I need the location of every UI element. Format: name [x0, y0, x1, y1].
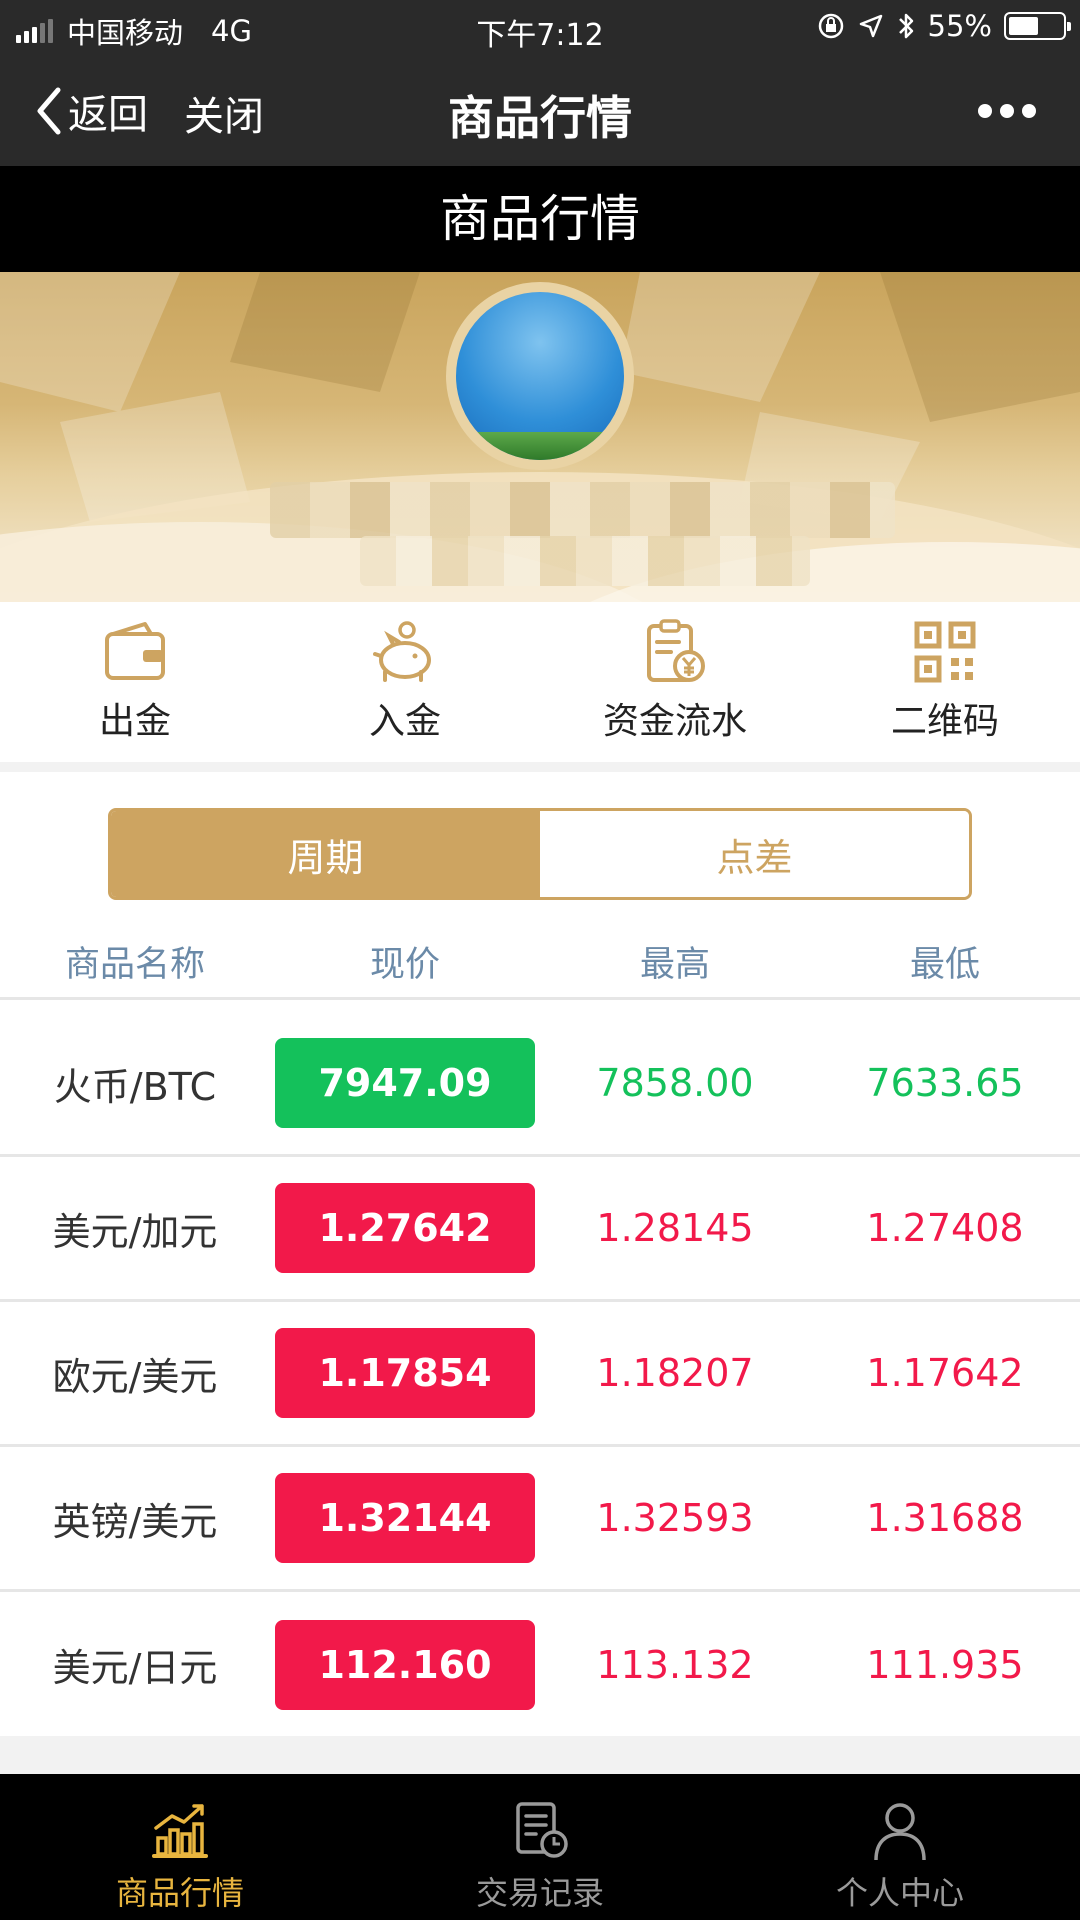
tab-profile[interactable]: 个人中心: [720, 1774, 1080, 1920]
profile-banner: [0, 272, 1080, 602]
qr-code-label: 二维码: [890, 701, 999, 742]
low-price: 7633.65: [866, 1061, 1024, 1105]
qr-code-icon: [914, 621, 976, 683]
location-icon: [859, 14, 882, 38]
header-low: 最低: [909, 945, 980, 985]
fund-flow-icon: [647, 619, 705, 682]
close-button[interactable]: 关闭: [184, 84, 264, 142]
bluetooth-icon: [898, 13, 913, 39]
tab-bar: 商品行情 交易记录 个人中心: [0, 1774, 1080, 1920]
symbol-name: 欧元/美元: [52, 1354, 218, 1399]
deposit-label: 入金: [368, 701, 441, 742]
header-price: 现价: [369, 945, 440, 985]
withdraw-label: 出金: [98, 701, 171, 742]
piggy-bank-icon: [373, 621, 431, 682]
avatar[interactable]: [446, 282, 634, 470]
page-title: 商品行情: [0, 166, 1080, 272]
qr-code-button[interactable]: 二维码: [810, 602, 1080, 762]
nav-title: 商品行情: [448, 91, 632, 145]
orientation-lock-icon: [818, 13, 843, 39]
current-price[interactable]: 1.27642: [275, 1183, 535, 1273]
wallet-icon: [105, 622, 165, 680]
segment-control: 周期 点差: [108, 808, 972, 900]
nav-bar: 返回 关闭 商品行情: [0, 54, 1080, 166]
blurred-account-info: [360, 536, 810, 586]
header-name: 商品名称: [64, 945, 205, 985]
battery-icon: [1004, 12, 1071, 40]
tab-profile-label: 个人中心: [835, 1874, 964, 1912]
symbol-name: 火币/BTC: [53, 1064, 217, 1109]
table-row[interactable]: 欧元/美元 1.17854 1.18207 1.17642: [0, 1302, 1080, 1447]
symbol-name: 美元/日元: [52, 1646, 218, 1690]
withdraw-button[interactable]: 出金: [0, 602, 270, 762]
header-high: 最高: [639, 945, 710, 985]
table-row[interactable]: 美元/日元 112.160 113.132 111.935: [0, 1592, 1080, 1737]
table-row[interactable]: 火币/BTC 7947.09 7858.00 7633.65: [0, 1012, 1080, 1157]
tab-spread[interactable]: 点差: [540, 811, 969, 897]
fund-flow-button[interactable]: 资金流水: [540, 602, 810, 762]
tab-market-label: 商品行情: [115, 1874, 244, 1912]
user-icon: [874, 1803, 926, 1861]
current-price[interactable]: 112.160: [275, 1619, 535, 1710]
tab-market[interactable]: 商品行情: [0, 1774, 360, 1920]
back-button[interactable]: 返回: [34, 82, 148, 140]
table-header: 商品名称 现价 最高 最低: [0, 930, 1080, 1000]
back-label: 返回: [68, 92, 148, 138]
current-price[interactable]: 1.32144: [275, 1473, 535, 1563]
app-screen: 中国移动 4G 下午7:12 55% 返回 关闭 商品行情 商品行情 出金 入金…: [0, 0, 1080, 1920]
tab-records[interactable]: 交易记录: [360, 1774, 720, 1920]
quick-actions: 出金 入金 资金流水 二维码: [0, 602, 1080, 762]
status-bar: 中国移动 4G 下午7:12 55%: [0, 0, 1080, 54]
chart-icon: [152, 1804, 208, 1858]
symbol-name: 美元/加元: [52, 1209, 218, 1254]
tab-records-label: 交易记录: [475, 1874, 604, 1912]
low-price: 1.31688: [866, 1496, 1024, 1540]
battery-percent: 55%: [927, 9, 992, 43]
low-price: 1.27408: [866, 1206, 1024, 1250]
low-price: 1.17642: [866, 1351, 1024, 1395]
deposit-button[interactable]: 入金: [270, 602, 540, 762]
table-row[interactable]: 美元/加元 1.27642 1.28145 1.27408: [0, 1157, 1080, 1302]
symbol-name: 英镑/美元: [52, 1499, 218, 1544]
high-price: 113.132: [596, 1642, 754, 1687]
table-row[interactable]: 英镑/美元 1.32144 1.32593 1.31688: [0, 1447, 1080, 1592]
high-price: 7858.00: [596, 1061, 754, 1105]
high-price: 1.32593: [596, 1496, 754, 1540]
fund-flow-label: 资金流水: [602, 701, 747, 742]
high-price: 1.18207: [596, 1351, 754, 1395]
low-price: 111.935: [866, 1642, 1024, 1687]
market-section: 周期 点差 商品名称 现价 最高 最低 火币/BTC 7947.09 7858.…: [0, 772, 1080, 1736]
current-price[interactable]: 1.17854: [275, 1328, 535, 1418]
chevron-left-icon: [37, 87, 61, 135]
more-options-icon[interactable]: [978, 104, 1036, 118]
blurred-username: [270, 482, 895, 538]
quote-table: 火币/BTC 7947.09 7858.00 7633.65 美元/加元 1.2…: [0, 1012, 1080, 1737]
current-price[interactable]: 7947.09: [275, 1038, 535, 1128]
tab-period[interactable]: 周期: [111, 811, 540, 897]
record-icon: [516, 1802, 568, 1858]
high-price: 1.28145: [596, 1206, 754, 1250]
